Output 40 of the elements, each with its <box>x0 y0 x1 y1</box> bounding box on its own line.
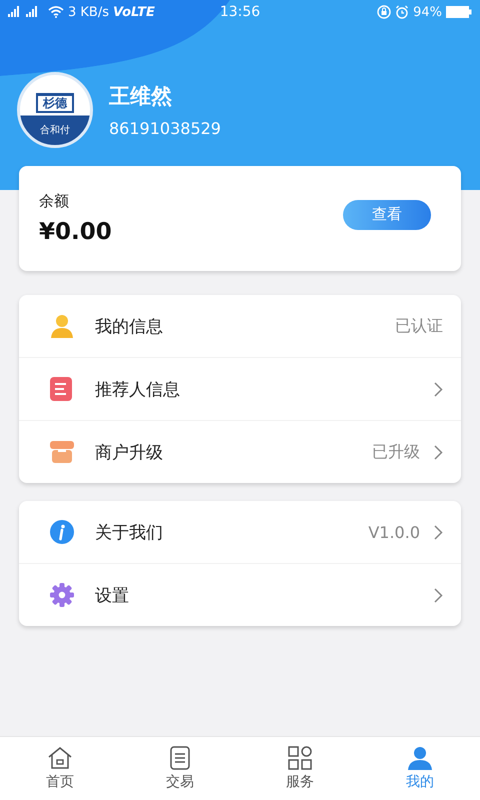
menu-value: 已认证 <box>395 316 443 336</box>
menu-item[interactable]: 商户升级 已升级 <box>19 420 461 483</box>
tab[interactable]: 首页 <box>0 737 120 800</box>
wifi-icon <box>48 6 64 18</box>
person-icon <box>49 313 75 339</box>
menu-label: 设置 <box>95 584 130 606</box>
balance-label: 余额 <box>39 192 70 211</box>
logo-caption: 合和付 <box>40 124 70 137</box>
tab[interactable]: 我的 <box>360 737 480 800</box>
box-icon <box>49 440 75 464</box>
settings-icon <box>49 582 75 608</box>
clock: 13:56 <box>220 4 260 20</box>
battery-icon <box>446 6 472 18</box>
menu-label: 我的信息 <box>95 316 164 338</box>
menu-item[interactable]: 关于我们 V1.0.0 <box>19 501 461 563</box>
menu-item[interactable]: 我的信息 已认证 <box>19 295 461 357</box>
phone-number: 86191038529 <box>109 119 221 138</box>
user-name: 王维然 <box>109 83 173 110</box>
document-icon <box>169 746 191 770</box>
network-speed: 3 KB/s <box>68 4 109 20</box>
tab[interactable]: 交易 <box>120 737 240 800</box>
logo-text: 杉德 <box>36 93 74 113</box>
menu-label: 商户升级 <box>95 442 164 464</box>
menu-label: 关于我们 <box>95 522 164 544</box>
alarm-icon <box>395 5 410 19</box>
menu-label: 推荐人信息 <box>95 378 181 400</box>
menu-value: V1.0.0 <box>368 522 420 542</box>
lock-icon <box>377 5 392 19</box>
user-icon <box>407 746 433 770</box>
balance-amount: ¥0.00 <box>39 219 112 245</box>
battery-level: 94% <box>413 4 442 20</box>
document-icon <box>49 376 73 402</box>
menu-item[interactable]: 设置 <box>19 563 461 626</box>
tab[interactable]: 服务 <box>240 737 360 800</box>
network-type: VoLTE <box>113 4 155 20</box>
info-icon <box>49 519 75 545</box>
home-icon <box>47 746 73 770</box>
menu-item[interactable]: 推荐人信息 <box>19 357 461 420</box>
menu-value: 已升级 <box>372 442 420 462</box>
grid-icon <box>288 746 312 770</box>
